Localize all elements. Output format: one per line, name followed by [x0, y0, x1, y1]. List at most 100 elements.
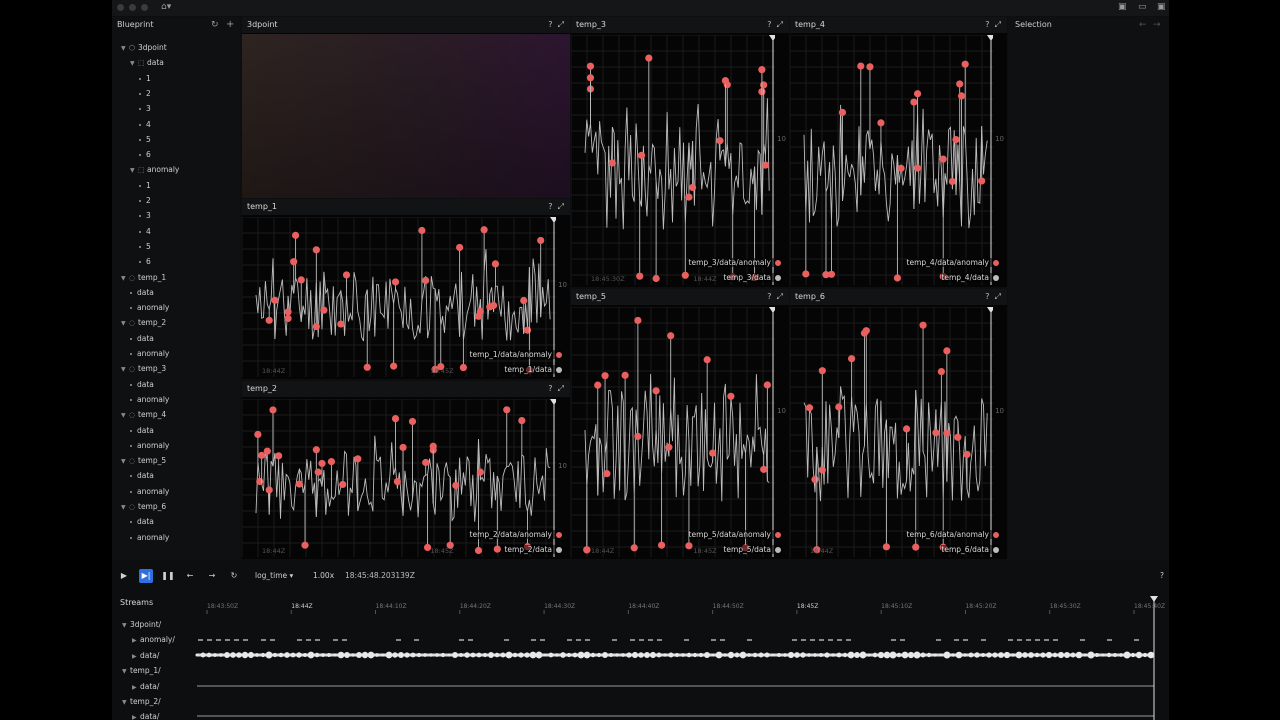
- toggle-right-panel-icon[interactable]: ▣: [1157, 3, 1166, 12]
- stream-row-3[interactable]: ▼ temp_1/: [122, 664, 161, 678]
- tree-item-20[interactable]: anomaly: [130, 347, 169, 361]
- plot-area[interactable]: [571, 307, 775, 557]
- stream-row-0[interactable]: ▼ 3dpoint/: [122, 618, 161, 632]
- expand-toggle-icon[interactable]: ▼: [121, 363, 129, 377]
- legend-data[interactable]: temp_3/data: [723, 273, 781, 282]
- legend-anomaly[interactable]: temp_3/data/anomaly: [688, 258, 781, 267]
- expand-toggle-icon[interactable]: ▼: [121, 317, 129, 331]
- help-icon[interactable]: ?: [985, 292, 989, 301]
- tree-item-6[interactable]: 5: [139, 133, 151, 147]
- time-cursor-handle[interactable]: [550, 217, 556, 223]
- playback-speed[interactable]: 1.00x: [313, 571, 334, 580]
- help-icon[interactable]: ?: [767, 292, 771, 301]
- legend-data[interactable]: temp_5/data: [723, 545, 781, 554]
- maximize-icon[interactable]: ⤢: [558, 384, 564, 393]
- timeline-help-icon[interactable]: ?: [1160, 571, 1164, 580]
- tree-item-10[interactable]: 2: [139, 194, 151, 208]
- expand-toggle-icon[interactable]: ▼: [122, 665, 130, 679]
- tree-item-24[interactable]: ▼ ◌ temp_4: [121, 408, 166, 422]
- maximize-icon[interactable]: ⤢: [995, 20, 1001, 29]
- tree-item-13[interactable]: 5: [139, 240, 151, 254]
- tree-item-2[interactable]: 1: [139, 72, 151, 86]
- selection-back-icon[interactable]: ←: [1139, 21, 1147, 30]
- toggle-bottom-panel-icon[interactable]: ▭: [1138, 3, 1147, 12]
- tree-item-15[interactable]: ▼ ◌ temp_1: [121, 271, 166, 285]
- collapsed-toggle-icon[interactable]: ▶: [132, 711, 140, 720]
- time-cursor-handle[interactable]: [550, 399, 556, 405]
- tree-item-11[interactable]: 3: [139, 209, 151, 223]
- tree-item-31[interactable]: data: [130, 515, 154, 529]
- expand-toggle-icon[interactable]: ▼: [121, 42, 129, 56]
- view-temp-2[interactable]: temp_2? ⤢ 10 18:44Z 18:45Z temp_2/data/anoma…: [242, 381, 570, 559]
- legend-anomaly[interactable]: temp_4/data/anomaly: [906, 258, 999, 267]
- stream-row-2[interactable]: ▶ data/: [132, 649, 159, 663]
- maximize-icon[interactable]: ⤢: [995, 292, 1001, 301]
- expand-toggle-icon[interactable]: ▼: [130, 57, 138, 71]
- collapsed-toggle-icon[interactable]: ▶: [132, 650, 140, 664]
- toggle-left-panel-icon[interactable]: ▣: [1118, 3, 1127, 12]
- tree-item-18[interactable]: ▼ ◌ temp_2: [121, 316, 166, 330]
- expand-toggle-icon[interactable]: ▼: [121, 272, 129, 286]
- window-minimize-button[interactable]: [129, 4, 136, 11]
- expand-toggle-icon[interactable]: ▼: [122, 619, 130, 633]
- legend-data[interactable]: temp_2/data: [504, 545, 562, 554]
- follow-button[interactable]: ▶|: [139, 569, 153, 583]
- view-3dpoint[interactable]: 3dpoint ? ⤢: [242, 17, 570, 198]
- pause-button[interactable]: ❚❚: [161, 569, 175, 583]
- legend-anomaly[interactable]: temp_1/data/anomaly: [469, 350, 562, 359]
- help-icon[interactable]: ?: [767, 20, 771, 29]
- collapsed-toggle-icon[interactable]: ▶: [132, 634, 140, 648]
- tree-item-32[interactable]: anomaly: [130, 531, 169, 545]
- add-view-icon[interactable]: +: [226, 20, 234, 30]
- plot-area[interactable]: [790, 307, 993, 557]
- maximize-icon[interactable]: ⤢: [558, 202, 564, 211]
- tree-item-21[interactable]: ▼ ◌ temp_3: [121, 362, 166, 376]
- view-temp-3[interactable]: temp_3? ⤢ 10 18:45:30Z 18:44Z temp_3/data/an…: [571, 17, 789, 287]
- tree-item-16[interactable]: data: [130, 286, 154, 300]
- stream-row-1[interactable]: ▶ anomaly/: [132, 633, 175, 647]
- time-cursor-handle[interactable]: [987, 35, 993, 41]
- tree-item-19[interactable]: data: [130, 332, 154, 346]
- tree-item-8[interactable]: ▼ ⬚ anomaly: [130, 163, 179, 177]
- plot-area[interactable]: [571, 35, 775, 285]
- legend-data[interactable]: temp_4/data: [941, 273, 999, 282]
- current-time[interactable]: 18:45:48.203139Z: [345, 571, 415, 580]
- expand-toggle-icon[interactable]: ▼: [122, 696, 130, 710]
- view-temp-5[interactable]: temp_5? ⤢ 10 18:44Z 18:45Z temp_5/data/anoma…: [571, 289, 789, 559]
- tree-item-29[interactable]: anomaly: [130, 485, 169, 499]
- play-button[interactable]: ▶: [117, 569, 131, 583]
- tree-item-22[interactable]: data: [130, 378, 154, 392]
- view-temp-1[interactable]: temp_1? ⤢ 10 18:44Z 18:45Z temp_1/data/anoma…: [242, 199, 570, 379]
- legend-data[interactable]: temp_1/data: [504, 365, 562, 374]
- tree-item-17[interactable]: anomaly: [130, 301, 169, 315]
- stream-row-4[interactable]: ▶ data/: [132, 680, 159, 694]
- step-forward-button[interactable]: →: [205, 569, 219, 583]
- expand-toggle-icon[interactable]: ▼: [121, 409, 129, 423]
- stream-row-5[interactable]: ▼ temp_2/: [122, 695, 161, 709]
- view-temp-6[interactable]: temp_6? ⤢ 10 18:44Z temp_6/data/anomaly temp…: [790, 289, 1007, 559]
- tree-item-23[interactable]: anomaly: [130, 393, 169, 407]
- tree-item-26[interactable]: anomaly: [130, 439, 169, 453]
- 3d-canvas[interactable]: [242, 34, 570, 198]
- tree-item-1[interactable]: ▼ ⬚ data: [130, 56, 164, 70]
- stream-row-6[interactable]: ▶ data/: [132, 710, 159, 720]
- maximize-icon[interactable]: ⤢: [777, 20, 783, 29]
- plot-area[interactable]: [790, 35, 993, 285]
- legend-data[interactable]: temp_6/data: [941, 545, 999, 554]
- legend-anomaly[interactable]: temp_2/data/anomaly: [469, 530, 562, 539]
- tree-item-12[interactable]: 4: [139, 225, 151, 239]
- time-cursor-handle[interactable]: [769, 307, 775, 313]
- legend-anomaly[interactable]: temp_6/data/anomaly: [906, 530, 999, 539]
- tree-item-7[interactable]: 6: [139, 148, 151, 162]
- app-menu-icon[interactable]: ⌂▾: [161, 3, 171, 12]
- expand-toggle-icon[interactable]: ▼: [121, 501, 129, 515]
- help-icon[interactable]: ?: [548, 202, 552, 211]
- expand-toggle-icon[interactable]: ▼: [121, 455, 129, 469]
- tree-item-3[interactable]: 2: [139, 87, 151, 101]
- tree-item-5[interactable]: 4: [139, 118, 151, 132]
- time-cursor-handle[interactable]: [769, 35, 775, 41]
- tree-item-25[interactable]: data: [130, 424, 154, 438]
- selection-forward-icon[interactable]: →: [1153, 21, 1161, 30]
- view-temp-4[interactable]: temp_4? ⤢ 10 temp_4/data/anomaly temp_4/dat…: [790, 17, 1007, 287]
- reset-blueprint-icon[interactable]: ↻: [211, 21, 219, 30]
